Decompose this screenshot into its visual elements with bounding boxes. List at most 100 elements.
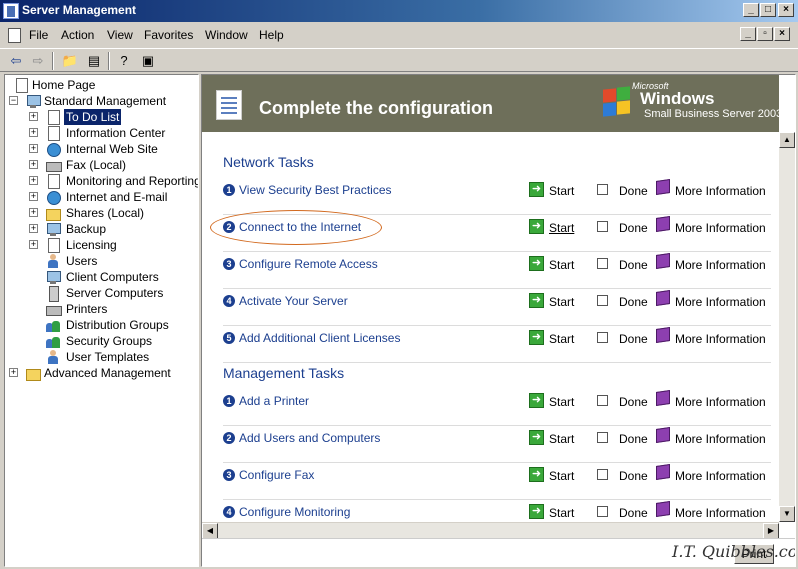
menu-window[interactable]: Window — [205, 28, 248, 42]
up-folder-icon[interactable]: 📁 — [60, 52, 80, 70]
start-link[interactable]: Start — [549, 295, 574, 309]
book-icon[interactable] — [656, 253, 670, 269]
help-icon[interactable]: ? — [114, 52, 134, 70]
menu-favorites[interactable]: Favorites — [144, 28, 193, 42]
done-checkbox[interactable] — [597, 469, 608, 480]
tree-item-monitoring-and-reporting[interactable]: + Monitoring and Reporting — [29, 173, 198, 189]
tree-item-information-center[interactable]: + Information Center — [29, 125, 198, 141]
child-restore-button[interactable]: ▫ — [757, 27, 773, 41]
scroll-left-icon[interactable]: ◀ — [202, 523, 218, 539]
restore-button[interactable]: □ — [760, 3, 776, 17]
tree-item-shares-local[interactable]: + Shares (Local) — [29, 205, 198, 221]
more-information-link[interactable]: More Information — [675, 258, 766, 272]
done-checkbox[interactable] — [597, 295, 608, 306]
menu-view[interactable]: View — [107, 28, 133, 42]
task-link-view-security-best-practices[interactable]: View Security Best Practices — [239, 183, 392, 197]
expand-icon[interactable]: + — [29, 112, 38, 121]
scroll-down-icon[interactable]: ▼ — [779, 506, 795, 522]
task-link-add-users-and-computers[interactable]: Add Users and Computers — [239, 431, 380, 445]
scroll-up-icon[interactable]: ▲ — [779, 132, 795, 148]
start-link[interactable]: Start — [549, 332, 574, 346]
expand-icon[interactable]: + — [29, 208, 38, 217]
start-arrow-icon[interactable]: ➜ — [529, 182, 544, 197]
book-icon[interactable] — [656, 464, 670, 480]
start-link[interactable]: Start — [549, 432, 574, 446]
done-checkbox[interactable] — [597, 184, 608, 195]
task-link-configure-fax[interactable]: Configure Fax — [239, 468, 314, 482]
tree-item-advanced-management[interactable]: + Advanced Management — [9, 365, 198, 381]
expand-icon[interactable]: + — [29, 144, 38, 153]
done-checkbox[interactable] — [597, 221, 608, 232]
scroll-right-icon[interactable]: ▶ — [763, 523, 779, 539]
collapse-icon[interactable]: − — [9, 96, 18, 105]
book-icon[interactable] — [656, 327, 670, 343]
more-information-link[interactable]: More Information — [675, 469, 766, 483]
tree-item-users[interactable]: Users — [29, 253, 198, 269]
start-arrow-icon[interactable]: ➜ — [529, 504, 544, 519]
child-minimize-button[interactable]: _ — [740, 27, 756, 41]
start-link[interactable]: Start — [549, 469, 574, 483]
done-checkbox[interactable] — [597, 506, 608, 517]
start-link[interactable]: Start — [549, 258, 574, 272]
tree-item-to-do-list[interactable]: + To Do List — [29, 109, 198, 125]
start-link[interactable]: Start — [549, 395, 574, 409]
expand-icon[interactable]: + — [29, 128, 38, 137]
task-link-configure-monitoring[interactable]: Configure Monitoring — [239, 505, 350, 519]
more-information-link[interactable]: More Information — [675, 432, 766, 446]
show-hide-tree-icon[interactable]: ▤ — [84, 52, 104, 70]
start-arrow-icon[interactable]: ➜ — [529, 393, 544, 408]
start-arrow-icon[interactable]: ➜ — [529, 430, 544, 445]
tree-item-distribution-groups[interactable]: Distribution Groups — [29, 317, 198, 333]
tree-item-backup[interactable]: + Backup — [29, 221, 198, 237]
expand-icon[interactable]: + — [29, 240, 38, 249]
start-arrow-icon[interactable]: ➜ — [529, 467, 544, 482]
task-link-add-a-printer[interactable]: Add a Printer — [239, 394, 309, 408]
more-information-link[interactable]: More Information — [675, 395, 766, 409]
book-icon[interactable] — [656, 501, 670, 517]
start-link[interactable]: Start — [549, 506, 574, 520]
start-link[interactable]: Start — [549, 184, 574, 198]
start-arrow-icon[interactable]: ➜ — [529, 256, 544, 271]
tree-item-home-page[interactable]: Home Page — [9, 77, 198, 93]
tree-item-client-computers[interactable]: Client Computers — [29, 269, 198, 285]
book-icon[interactable] — [656, 216, 670, 232]
expand-icon[interactable]: + — [29, 224, 38, 233]
child-close-button[interactable]: × — [774, 27, 790, 41]
menu-help[interactable]: Help — [259, 28, 284, 42]
start-arrow-icon[interactable]: ➜ — [529, 219, 544, 234]
tree-item-security-groups[interactable]: Security Groups — [29, 333, 198, 349]
expand-icon[interactable]: + — [29, 160, 38, 169]
task-link-add-additional-client-licenses[interactable]: Add Additional Client Licenses — [239, 331, 400, 345]
tree-item-server-computers[interactable]: Server Computers — [29, 285, 198, 302]
book-icon[interactable] — [656, 390, 670, 406]
more-information-link[interactable]: More Information — [675, 332, 766, 346]
more-information-link[interactable]: More Information — [675, 221, 766, 235]
minimize-button[interactable]: _ — [743, 3, 759, 17]
tree-item-printers[interactable]: Printers — [29, 301, 198, 317]
book-icon[interactable] — [656, 427, 670, 443]
back-icon[interactable]: ⇦ — [6, 52, 26, 70]
start-link[interactable]: Start — [549, 221, 574, 235]
book-icon[interactable] — [656, 290, 670, 306]
action-pane-icon[interactable]: ▣ — [138, 52, 158, 70]
forward-icon[interactable]: ⇨ — [28, 52, 48, 70]
task-link-activate-your-server[interactable]: Activate Your Server — [239, 294, 348, 308]
horizontal-scrollbar[interactable]: ◀ ▶ — [202, 522, 779, 539]
done-checkbox[interactable] — [597, 432, 608, 443]
done-checkbox[interactable] — [597, 332, 608, 343]
tree-item-user-templates[interactable]: User Templates — [29, 349, 198, 365]
start-arrow-icon[interactable]: ➜ — [529, 293, 544, 308]
more-information-link[interactable]: More Information — [675, 295, 766, 309]
menu-action[interactable]: Action — [61, 28, 94, 42]
tree-item-internet-and-email[interactable]: + Internet and E-mail — [29, 189, 198, 205]
expand-icon[interactable]: + — [9, 368, 18, 377]
expand-icon[interactable]: + — [29, 176, 38, 185]
tree-item-licensing[interactable]: + Licensing — [29, 237, 198, 253]
close-button[interactable]: × — [778, 3, 794, 17]
tree-item-fax-local[interactable]: + Fax (Local) — [29, 157, 198, 173]
tree-item-internal-web-site[interactable]: + Internal Web Site — [29, 141, 198, 157]
more-information-link[interactable]: More Information — [675, 506, 766, 520]
done-checkbox[interactable] — [597, 258, 608, 269]
tree-item-standard-management[interactable]: − Standard Management — [9, 93, 198, 109]
expand-icon[interactable]: + — [29, 192, 38, 201]
